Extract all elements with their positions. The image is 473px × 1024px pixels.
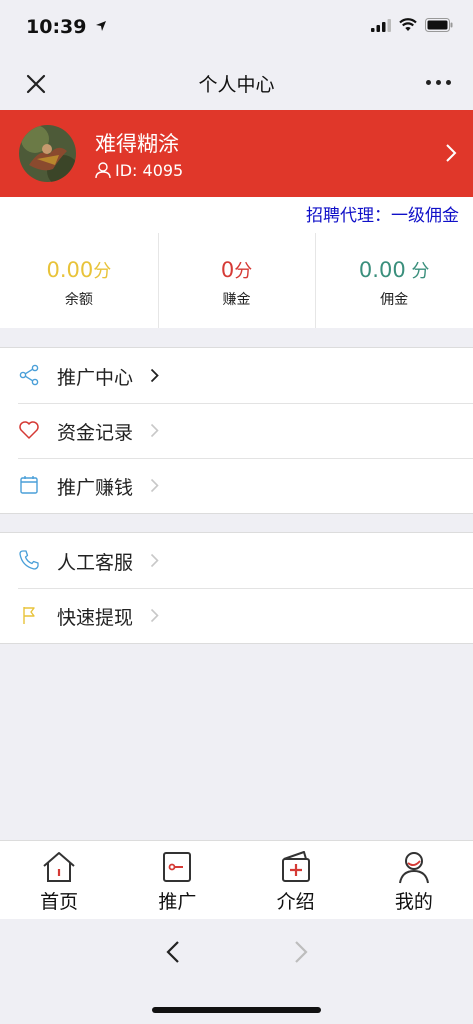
user-icon	[398, 852, 429, 884]
status-time: 10:39	[26, 16, 107, 38]
battery-icon	[425, 18, 453, 32]
profile-id: ID: 4095	[95, 161, 183, 180]
calendar-icon	[20, 476, 38, 494]
share-icon	[19, 364, 39, 386]
chevron-right-icon	[150, 608, 159, 623]
heart-icon	[19, 421, 39, 439]
menu-label: 推广赚钱	[57, 477, 134, 499]
status-icons	[371, 18, 453, 32]
profile-name: 难得糊涂	[95, 132, 179, 156]
menu-item-promote-earn[interactable]: 推广赚钱	[0, 458, 473, 513]
notice-text: 招聘代理：一级佣金	[306, 206, 459, 226]
page-title: 个人中心	[198, 74, 275, 96]
menu-item-quick-withdraw[interactable]: 快速提现	[0, 588, 473, 643]
signal-icon	[371, 18, 391, 32]
stat-commission[interactable]: 0.00 分 佣金	[315, 229, 473, 328]
stat-label: 余额	[64, 292, 93, 308]
person-icon	[95, 162, 111, 179]
chevron-right-icon	[150, 553, 159, 568]
home-indicator[interactable]	[152, 1007, 321, 1013]
phone-icon	[19, 550, 39, 570]
menu-label: 人工客服	[57, 552, 134, 574]
profile-id-text: ID: 4095	[115, 161, 184, 180]
menu-item-customer-service[interactable]: 人工客服	[0, 533, 473, 588]
chevron-right-icon	[150, 368, 159, 383]
tab-label: 推广	[158, 891, 197, 913]
tab-home[interactable]: 首页	[0, 841, 118, 919]
tab-label: 介绍	[276, 891, 315, 913]
tab-label: 我的	[394, 891, 433, 913]
tab-mine[interactable]: 我的	[355, 841, 473, 919]
forward-arrow-icon[interactable]	[292, 939, 310, 965]
tab-intro[interactable]: 介绍	[237, 841, 355, 919]
menu-group-main: 推广中心 资金记录 推广赚钱	[0, 347, 473, 514]
stat-label: 赚金	[222, 292, 251, 308]
tab-label: 首页	[40, 891, 79, 913]
menu-group-service: 人工客服 快速提现	[0, 532, 473, 644]
stat-earnings[interactable]: 0分 赚金	[157, 229, 316, 328]
tab-bar: 首页 推广 介绍 我的	[0, 840, 473, 919]
nav-bar: 个人中心	[0, 58, 473, 110]
stat-value: 0.00 分	[358, 258, 430, 282]
status-time-text: 10:39	[26, 16, 87, 38]
notice-marquee: 招聘代理：一级佣金	[0, 197, 473, 229]
chevron-right-icon[interactable]	[445, 143, 457, 163]
stat-value: 0分	[220, 258, 253, 282]
status-bar: 10:39	[0, 0, 473, 58]
stat-value: 0.00分	[46, 258, 112, 282]
browser-toolbar	[0, 919, 473, 1024]
stats-panel: 0.00分 余额 0分 赚金 0.00 分 佣金	[0, 229, 473, 328]
avatar[interactable]	[19, 125, 76, 182]
profile-header[interactable]: 难得糊涂 ID: 4095	[0, 110, 473, 197]
menu-label: 快速提现	[57, 607, 134, 629]
stat-label: 佣金	[380, 292, 409, 308]
chevron-right-icon	[150, 423, 159, 438]
back-arrow-icon[interactable]	[164, 939, 182, 965]
intro-icon	[281, 851, 310, 882]
menu-label: 资金记录	[57, 422, 134, 444]
menu-label: 推广中心	[57, 367, 134, 389]
more-icon[interactable]	[426, 80, 451, 85]
tab-promote[interactable]: 推广	[118, 841, 236, 919]
wifi-icon	[399, 18, 417, 31]
promote-icon	[163, 852, 192, 882]
stat-balance[interactable]: 0.00分 余额	[0, 229, 158, 328]
home-icon	[43, 852, 75, 882]
location-arrow-icon	[96, 21, 107, 31]
chevron-right-icon	[150, 478, 159, 493]
menu-item-promotion-center[interactable]: 推广中心	[0, 348, 473, 403]
menu-item-fund-records[interactable]: 资金记录	[0, 403, 473, 458]
flag-icon	[23, 607, 35, 624]
